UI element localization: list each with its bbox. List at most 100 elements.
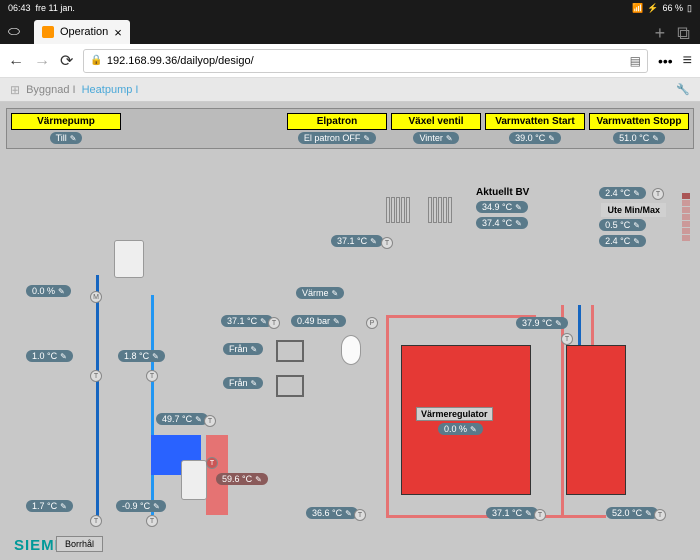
temp-reading[interactable]: 1.7 °C✎	[26, 500, 73, 512]
control-vaxelventil: Växel ventil Vinter✎	[391, 113, 481, 144]
temp-sensor: T	[381, 237, 393, 249]
fran-chip[interactable]: Från✎	[223, 377, 263, 389]
control-value[interactable]: El patron OFF✎	[298, 132, 376, 144]
hvac-diagram: Värmeregulator 0.0 %✎ 2.4 °C✎ T Ute Min/…	[6, 155, 694, 560]
pump-pct[interactable]: 0.0 %✎	[26, 285, 71, 297]
nav-bar: ← → ⟳ 🔒 192.168.99.36/dailyop/desigo/ ▤ …	[0, 44, 700, 78]
lock-icon: 🔒	[90, 55, 102, 66]
pipe	[386, 315, 536, 318]
time: 06:43	[8, 3, 31, 13]
pipe	[591, 305, 594, 345]
regulator-label: Värmeregulator	[416, 407, 493, 421]
temp-sensor: T	[654, 509, 666, 521]
temp-reading[interactable]: -0.9 °C✎	[116, 500, 166, 512]
hot-water-tank	[566, 345, 626, 495]
regulator-value[interactable]: 0.0 %✎	[438, 423, 483, 435]
back-button[interactable]: ←	[8, 52, 24, 70]
motor-icon: M	[90, 291, 102, 303]
control-elpatron: Elpatron El patron OFF✎	[287, 113, 387, 144]
new-tab-icon[interactable]: +	[655, 23, 666, 44]
url-text: 192.168.99.36/dailyop/desigo/	[107, 55, 254, 67]
tools-icon[interactable]: 🔧	[676, 83, 690, 96]
temp-sensor: T	[90, 515, 102, 527]
battery-box: ▯	[687, 3, 692, 14]
heating-coil	[276, 375, 304, 397]
temp-sensor: T	[146, 370, 158, 382]
control-header: Elpatron	[287, 113, 387, 130]
control-value[interactable]: 39.0 °C✎	[509, 132, 561, 144]
forward-button: →	[34, 52, 50, 70]
expansion-vessel	[341, 335, 361, 365]
temp-reading[interactable]: 1.0 °C✎	[26, 350, 73, 362]
breadcrumb: ⊞ Byggnad I Heatpump I 🔧	[0, 78, 700, 102]
temp-reading-hot[interactable]: 59.6 °C✎	[216, 473, 268, 485]
temp-reading[interactable]: 37.1 °C✎	[331, 235, 383, 247]
temp-sensor: T	[90, 370, 102, 382]
control-vv-stopp: Varmvatten Stopp 51.0 °C✎	[589, 113, 689, 144]
grid-icon[interactable]: ⊞	[10, 83, 20, 97]
control-header: Varmvatten Stopp	[589, 113, 689, 130]
control-header: Växel ventil	[391, 113, 481, 130]
breadcrumb-current[interactable]: Heatpump I	[82, 84, 139, 96]
temp-reading[interactable]: 37.1 °C✎	[221, 315, 273, 327]
menu-icon[interactable]: ≡	[683, 52, 692, 70]
battery-pct: 66 %	[663, 3, 684, 13]
tab-bar: ⬭ Operation × + ⧉	[0, 16, 700, 44]
temp-reading[interactable]: 1.8 °C✎	[118, 350, 165, 362]
outdoor-min[interactable]: 0.5 °C✎	[599, 219, 646, 231]
controls-panel: Värmepump Till✎ Elpatron El patron OFF✎ …	[6, 108, 694, 149]
pressure-reading[interactable]: 0.49 bar✎	[291, 315, 346, 327]
temp-sensor: T	[652, 188, 664, 200]
outdoor-temp[interactable]: 2.4 °C✎	[599, 187, 646, 199]
tab-title: Operation	[60, 26, 108, 38]
incognito-icon: ⬭	[8, 23, 20, 40]
close-icon[interactable]: ×	[114, 25, 122, 40]
battery-icon: ⚡	[647, 3, 658, 14]
browser-tab[interactable]: Operation ×	[34, 20, 130, 44]
radiator-icon	[428, 197, 468, 223]
bv2-value[interactable]: 37.4 °C✎	[476, 217, 528, 229]
temp-reading[interactable]: 52.0 °C✎	[606, 507, 658, 519]
control-varmepump: Värmepump Till✎	[11, 113, 121, 144]
url-bar[interactable]: 🔒 192.168.99.36/dailyop/desigo/ ▤	[83, 49, 648, 73]
varme-chip[interactable]: Värme✎	[296, 287, 344, 299]
pressure-sensor: P	[366, 317, 378, 329]
temp-sensor: T	[204, 415, 216, 427]
wifi-icon: 📶	[632, 3, 643, 14]
tabs-icon[interactable]: ⧉	[677, 23, 690, 44]
temp-reading[interactable]: 36.6 °C✎	[306, 507, 358, 519]
temp-sensor: T	[268, 317, 280, 329]
bv-value[interactable]: 34.9 °C✎	[476, 201, 528, 213]
reload-button[interactable]: ⟳	[60, 51, 73, 71]
pipe	[578, 305, 581, 345]
temp-sensor: T	[354, 509, 366, 521]
reader-icon[interactable]: ▤	[630, 54, 641, 68]
pipe	[386, 315, 389, 515]
temp-sensor-hot: T	[206, 457, 218, 469]
breadcrumb-root[interactable]: Byggnad I	[26, 84, 76, 96]
status-bar: 06:43 fre 11 jan. 📶 ⚡ 66 %▯	[0, 0, 700, 16]
control-vv-start: Varmvatten Start 39.0 °C✎	[485, 113, 585, 144]
temp-reading[interactable]: 49.7 °C✎	[156, 413, 208, 425]
control-header: Varmvatten Start	[485, 113, 585, 130]
temp-sensor: T	[561, 333, 573, 345]
control-header: Värmepump	[11, 113, 121, 130]
control-value[interactable]: Vinter✎	[413, 132, 458, 144]
pipe	[96, 275, 99, 525]
control-value[interactable]: Till✎	[50, 132, 83, 144]
date: fre 11 jan.	[36, 3, 75, 13]
temp-sensor: T	[534, 509, 546, 521]
pipe	[151, 295, 154, 515]
level-indicator	[682, 193, 690, 241]
fran-chip[interactable]: Från✎	[223, 343, 263, 355]
page-actions[interactable]: •••	[658, 53, 673, 69]
aktuellt-bv-label: Aktuellt BV	[476, 187, 529, 198]
heat-pump-unit	[114, 240, 144, 278]
pencil-icon: ✎	[70, 134, 77, 143]
outdoor-max[interactable]: 2.4 °C✎	[599, 235, 646, 247]
tank-top-temp[interactable]: 37.9 °C✎	[516, 317, 568, 329]
heating-coil	[276, 340, 304, 362]
temp-reading[interactable]: 37.1 °C✎	[486, 507, 538, 519]
control-value[interactable]: 51.0 °C✎	[613, 132, 665, 144]
ute-minmax-label: Ute Min/Max	[601, 203, 666, 217]
